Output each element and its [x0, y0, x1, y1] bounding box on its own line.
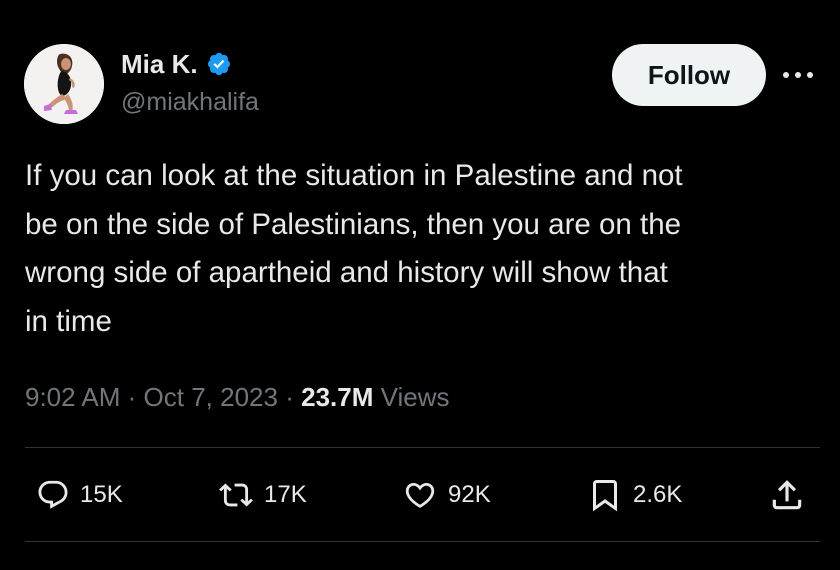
profile-photo-icon [24, 44, 104, 124]
tweet-card: Mia K. @miakhalifa Follow If you can loo… [0, 0, 840, 570]
like-button[interactable]: 92K [402, 472, 491, 518]
bookmark-button[interactable]: 2.6K [587, 472, 682, 518]
author-name-row: Mia K. [121, 48, 232, 80]
follow-button[interactable]: Follow [612, 44, 766, 106]
avatar[interactable] [24, 44, 104, 124]
views-count: 23.7M [301, 382, 374, 412]
views-label: Views [380, 382, 450, 412]
more-options-button[interactable] [778, 62, 818, 88]
more-options-icon [783, 72, 813, 78]
bookmark-count: 2.6K [633, 481, 683, 508]
like-count: 92K [448, 481, 491, 508]
reply-button[interactable]: 15K [36, 472, 123, 518]
divider [25, 447, 820, 448]
meta-separator: · [127, 382, 137, 412]
share-icon [772, 480, 802, 510]
divider [25, 541, 820, 542]
tweet-date[interactable]: Oct 7, 2023 [144, 382, 278, 412]
author-display-name[interactable]: Mia K. [121, 48, 198, 80]
repost-count: 17K [264, 481, 307, 508]
share-button[interactable] [768, 472, 806, 518]
repost-button[interactable]: 17K [218, 472, 307, 518]
tweet-metadata: 9:02 AM · Oct 7, 2023 · 23.7M Views [25, 380, 450, 414]
reply-count: 15K [80, 481, 123, 508]
bookmark-icon [593, 480, 617, 512]
tweet-time[interactable]: 9:02 AM [25, 382, 120, 412]
tweet-text: If you can look at the situation in Pale… [25, 159, 683, 338]
heart-icon [405, 482, 435, 508]
repost-icon [219, 483, 253, 507]
author-handle[interactable]: @miakhalifa [121, 86, 259, 118]
reply-icon [38, 480, 68, 509]
verified-badge-icon [206, 51, 232, 77]
meta-separator: · [285, 382, 294, 412]
